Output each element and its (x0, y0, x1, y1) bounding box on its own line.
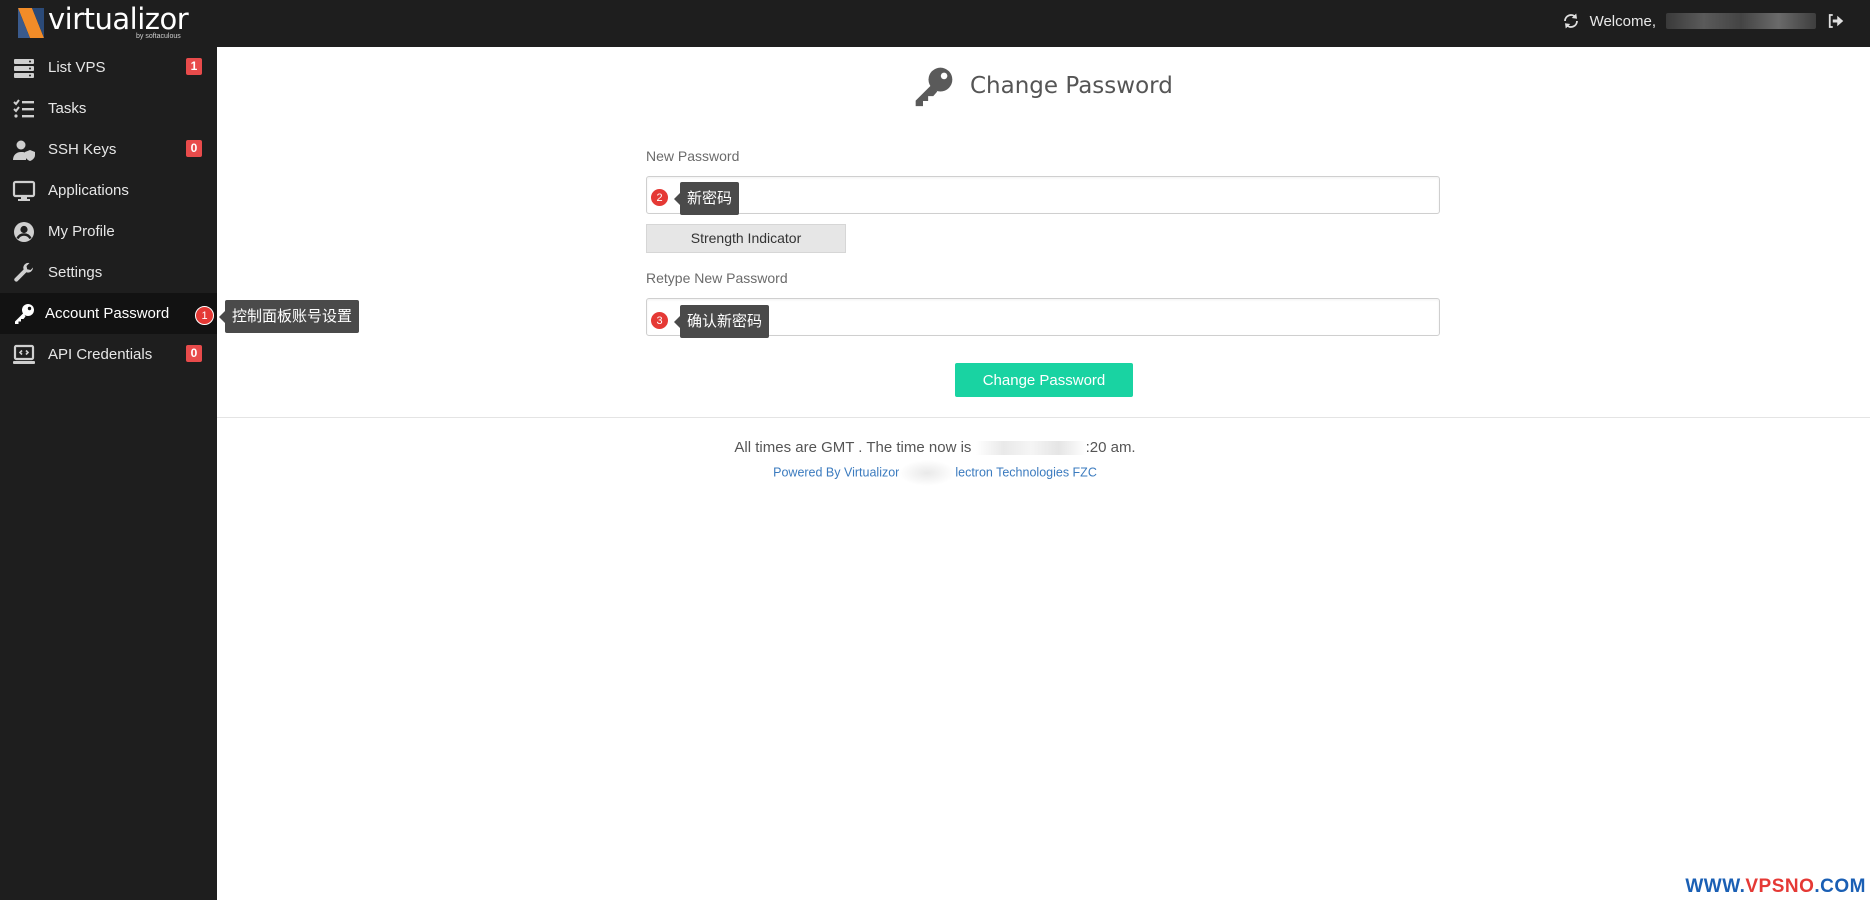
change-password-button[interactable]: Change Password (955, 363, 1133, 397)
logout-icon[interactable] (1826, 12, 1844, 30)
footer-credit: Powered By Virtualizor lectron Technologi… (0, 460, 1870, 486)
annotation-label-2: 新密码 (673, 182, 740, 215)
footer-time: All times are GMT . The time now is :20 … (0, 439, 1870, 456)
sidebar-item-list-vps[interactable]: List VPS 1 (0, 47, 217, 88)
refresh-icon[interactable] (1562, 12, 1580, 30)
credit-redacted (899, 460, 956, 486)
footer-credit-company: lectron Technologies FZC (955, 465, 1097, 480)
sidebar-item-ssh-keys[interactable]: SSH Keys 0 (0, 129, 217, 170)
sidebar-item-my-profile[interactable]: My Profile (0, 211, 217, 252)
watermark: WWW.VPSNO.COM (1685, 876, 1866, 898)
watermark-part-2: VPSNO (1745, 876, 1815, 897)
sidebar-item-label: API Credentials (48, 346, 153, 363)
sidebar-item-label: SSH Keys (48, 141, 117, 158)
sidebar-item-label: Account Password (45, 305, 170, 322)
new-password-label: New Password (646, 148, 740, 164)
logo[interactable]: virtualizor by softaculous (18, 2, 189, 42)
annotation-number-3: 3 (650, 311, 669, 330)
page-title-text: Change Password (970, 73, 1173, 99)
logo-text: virtualizor (48, 2, 189, 36)
sidebar-item-settings[interactable]: Settings (0, 252, 217, 293)
annotation-label-3: 确认新密码 (673, 305, 770, 338)
sidebar-item-label: List VPS (48, 59, 106, 76)
sidebar-item-label: Tasks (48, 100, 87, 117)
page-title: Change Password (912, 62, 1173, 110)
footer-time-prefix: All times are GMT . The time now is (734, 439, 972, 456)
watermark-part-1: WWW. (1685, 876, 1746, 897)
logo-subtitle: by softaculous (136, 33, 181, 40)
tasks-list-icon (13, 98, 34, 118)
sidebar-item-label: My Profile (48, 223, 115, 240)
sidebar-item-applications[interactable]: Applications (0, 170, 217, 211)
annotation-label-1: 控制面板账号设置 (218, 300, 360, 333)
count-badge: 0 (186, 140, 202, 157)
sidebar-item-tasks[interactable]: Tasks (0, 88, 217, 129)
count-badge: 0 (186, 345, 202, 362)
wrench-icon (14, 262, 34, 282)
top-bar: virtualizor by softaculous Welcome, (0, 0, 1870, 47)
sidebar-item-account-password[interactable]: Account Password (0, 293, 217, 334)
sidebar-item-label: Applications (48, 182, 129, 199)
annotation-number-2: 2 (650, 188, 669, 207)
count-badge: 1 (186, 58, 202, 75)
user-shield-icon (13, 140, 35, 161)
welcome-text: Welcome, (1589, 12, 1656, 30)
divider (217, 417, 1870, 418)
footer-credit-link[interactable]: Powered By Virtualizor (773, 465, 899, 479)
laptop-code-icon (13, 344, 35, 364)
monitor-icon (12, 180, 36, 201)
user-circle-icon (14, 221, 34, 242)
footer-time-suffix: :20 am. (1085, 439, 1136, 456)
watermark-part-3: .COM (1814, 876, 1866, 897)
key-icon (15, 303, 34, 324)
retype-password-label: Retype New Password (646, 270, 788, 286)
username-redacted (1666, 13, 1816, 29)
new-password-input[interactable] (646, 176, 1440, 214)
sidebar-item-api-credentials[interactable]: API Credentials 0 (0, 334, 217, 375)
annotation-number-1: 1 (195, 306, 214, 325)
strength-indicator: Strength Indicator (646, 224, 846, 253)
key-icon (915, 67, 953, 107)
time-redacted (975, 441, 1086, 456)
server-icon (14, 58, 34, 78)
virtualizor-logo-icon (18, 8, 44, 38)
sidebar-item-label: Settings (48, 264, 103, 281)
